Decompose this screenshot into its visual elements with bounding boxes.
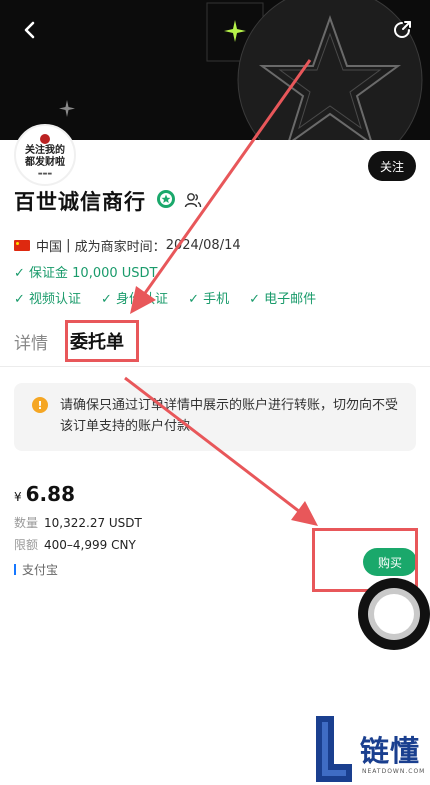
order-price: ¥ 6.88 [14, 482, 75, 506]
payment-method-label: 支付宝 [22, 563, 59, 577]
watermark-brand: 链懂 [360, 734, 421, 768]
avatar-small-text: ▬▬▬ [37, 170, 53, 177]
china-flag-icon [14, 240, 30, 251]
quantity-row: 数量 10,322.27 USDT [14, 514, 142, 531]
verification-email: ✓ 电子邮件 [249, 292, 317, 307]
quantity-label: 数量 [14, 516, 39, 530]
quantity-value: 10,322.27 USDT [44, 516, 142, 530]
verification-list: ✓ 视频认证 ✓ 身份认证 ✓ 手机 ✓ 电子邮件 [14, 288, 336, 307]
follow-button[interactable]: 关注 [368, 151, 416, 181]
since-date: 2024/08/14 [165, 238, 241, 253]
divider [0, 366, 430, 367]
watermark-logo-icon [316, 716, 352, 782]
country: 中国 [36, 240, 63, 255]
verification-id: ✓ 身份认证 [101, 292, 169, 307]
limit-row: 限额 400–4,999 CNY [14, 536, 136, 553]
merchant-info-row: 中国 | 成为商家时间： 2024/08/14 [14, 236, 241, 255]
hero-banner [0, 0, 430, 140]
watermark-site: NEATDOWN.COM [362, 768, 426, 775]
payment-notice: ! 请确保只通过订单详情中展示的账户进行转账，切勿向不受该订单支持的账户付款 [14, 383, 416, 451]
notice-text: 请确保只通过订单详情中展示的账户进行转账，切勿向不受该订单支持的账户付款 [60, 398, 399, 434]
floating-button-core [374, 594, 414, 634]
merchant-name: 百世诚信商行 [14, 190, 146, 214]
annotation-arrowhead-down [291, 501, 318, 526]
back-button[interactable] [14, 14, 46, 46]
avatar-line-2: 都发财啦 [25, 156, 65, 168]
price-value: 6.88 [25, 482, 75, 506]
limit-value: 400–4,999 CNY [44, 538, 136, 552]
verified-badge-icon[interactable] [156, 189, 176, 209]
tab-details[interactable]: 详情 [14, 329, 48, 354]
since-label: 成为商家时间： [74, 240, 166, 255]
verification-phone: ✓ 手机 [188, 292, 230, 307]
share-button[interactable] [386, 14, 418, 46]
floating-button-ring [368, 588, 420, 640]
limit-label: 限额 [14, 538, 39, 552]
avatar[interactable]: 关注我的 都发财啦 ▬▬▬ [14, 124, 76, 186]
seal-icon [40, 133, 50, 144]
payment-method-marker [14, 564, 16, 575]
warning-icon: ! [32, 397, 48, 413]
avatar-line-1: 关注我的 [25, 144, 65, 156]
floating-assistive-button[interactable] [358, 578, 430, 650]
share-icon [394, 21, 411, 38]
separator: | [62, 238, 75, 253]
followers-icon[interactable] [184, 191, 202, 209]
currency-symbol: ¥ [14, 490, 22, 504]
payment-method: 支付宝 [14, 561, 58, 578]
verification-video: ✓ 视频认证 [14, 292, 82, 307]
chevron-left-icon [24, 21, 35, 39]
star-banner-graphic [59, 0, 423, 140]
annotation-highlight-tab [65, 320, 139, 362]
deposit-badge: ✓ 保证金 10,000 USDT [14, 266, 158, 281]
